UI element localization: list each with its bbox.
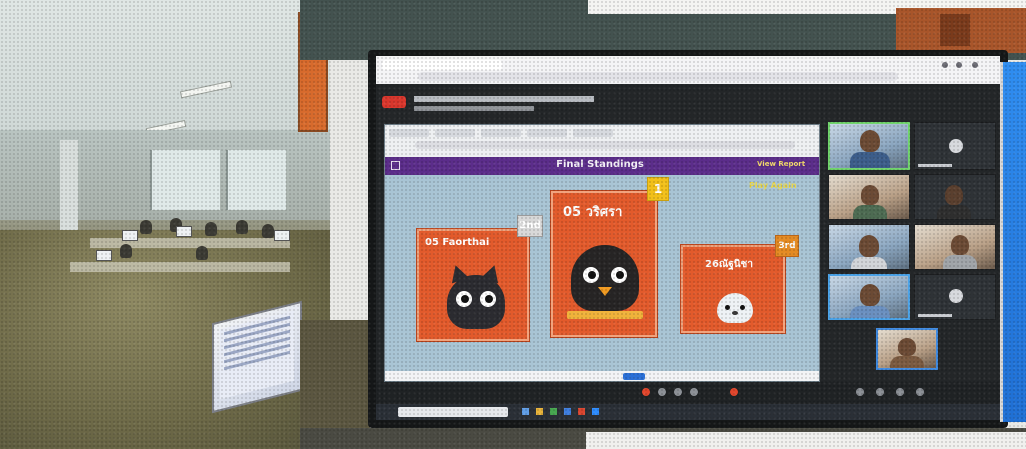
app-icon xyxy=(522,408,529,415)
cat-avatar-icon xyxy=(447,275,505,329)
banner-title: Final Standings xyxy=(556,159,644,170)
zoom-icon xyxy=(592,408,599,415)
inner-browser-chrome xyxy=(385,125,819,157)
shared-screen: Final Standings View Report Play Again 0… xyxy=(384,124,820,382)
monitor xyxy=(274,230,290,241)
browser-chrome xyxy=(376,56,1000,84)
pillar xyxy=(60,140,78,240)
second-monitor xyxy=(1000,62,1026,422)
participant-video xyxy=(914,224,996,270)
share-icon xyxy=(896,388,904,396)
share-indicator xyxy=(382,96,406,108)
participant-video xyxy=(876,328,938,370)
student xyxy=(236,220,248,234)
share-text xyxy=(414,96,594,102)
student xyxy=(196,246,208,260)
participant-video xyxy=(914,174,996,220)
participant-video xyxy=(828,274,910,320)
participant-tile xyxy=(914,274,996,320)
podium-name: 26ณัฐนิชา xyxy=(705,259,753,270)
view-report-link: View Report xyxy=(757,160,806,168)
app-icon xyxy=(578,408,585,415)
zoom-toolbar xyxy=(376,382,1000,404)
student xyxy=(262,224,274,238)
rank-badge-first: 1 xyxy=(647,177,669,201)
wood-panel xyxy=(940,14,970,46)
participant-video xyxy=(828,174,910,220)
window xyxy=(150,150,220,210)
laptop-screen xyxy=(220,310,294,400)
folder-icon xyxy=(536,408,543,415)
podium-third: 26ณัฐนิชา xyxy=(681,245,785,333)
podium-name: 05 วริศรา xyxy=(563,205,623,220)
more-icon xyxy=(916,388,924,396)
rank-badge-third: 3rd xyxy=(775,235,799,257)
taskbar-search xyxy=(398,407,508,417)
participant-video xyxy=(828,122,910,170)
student xyxy=(120,244,132,258)
penguin-feet xyxy=(567,311,643,319)
desk-surface xyxy=(586,432,1026,449)
shared-button xyxy=(623,373,645,380)
chat-icon xyxy=(876,388,884,396)
participant-video xyxy=(828,224,910,270)
reaction-icon xyxy=(856,388,864,396)
ceiling xyxy=(0,0,330,130)
monitor xyxy=(176,226,192,237)
video-icon xyxy=(658,388,666,396)
rank-badge-second: 2nd xyxy=(517,215,543,237)
participant-tile xyxy=(914,122,996,170)
monitor xyxy=(122,230,138,241)
menu-icon xyxy=(956,62,962,68)
app-icon xyxy=(550,408,557,415)
fullscreen-icon xyxy=(391,161,400,170)
tv-screen: Final Standings View Report Play Again 0… xyxy=(376,56,1000,420)
shared-bottom-bar xyxy=(385,371,819,381)
podium-name: 05 Faorthai xyxy=(425,237,490,248)
classroom-left xyxy=(0,0,330,449)
window xyxy=(226,150,286,210)
share-text xyxy=(414,106,534,111)
app-icon xyxy=(564,408,571,415)
play-again-link: Play Again xyxy=(749,181,797,190)
podium-first: 05 วริศรา xyxy=(551,191,657,337)
student xyxy=(140,220,152,234)
address-bar xyxy=(418,72,898,81)
security-icon xyxy=(674,388,682,396)
mic-icon xyxy=(642,388,650,396)
inner-address-bar xyxy=(415,141,795,149)
seal-avatar-icon xyxy=(717,293,753,323)
student xyxy=(205,222,217,236)
menu-icon xyxy=(942,62,948,68)
menu-icon xyxy=(972,62,978,68)
browser-tab xyxy=(382,60,502,70)
participants-icon xyxy=(690,388,698,396)
desk-row xyxy=(70,262,290,272)
podium-second: 05 Faorthai xyxy=(417,229,529,341)
classroom-photo: Final Standings View Report Play Again 0… xyxy=(0,0,1026,449)
penguin-avatar-icon xyxy=(571,245,639,311)
leave-icon xyxy=(730,388,738,396)
monitor xyxy=(96,250,112,261)
tv-mount xyxy=(300,320,370,430)
